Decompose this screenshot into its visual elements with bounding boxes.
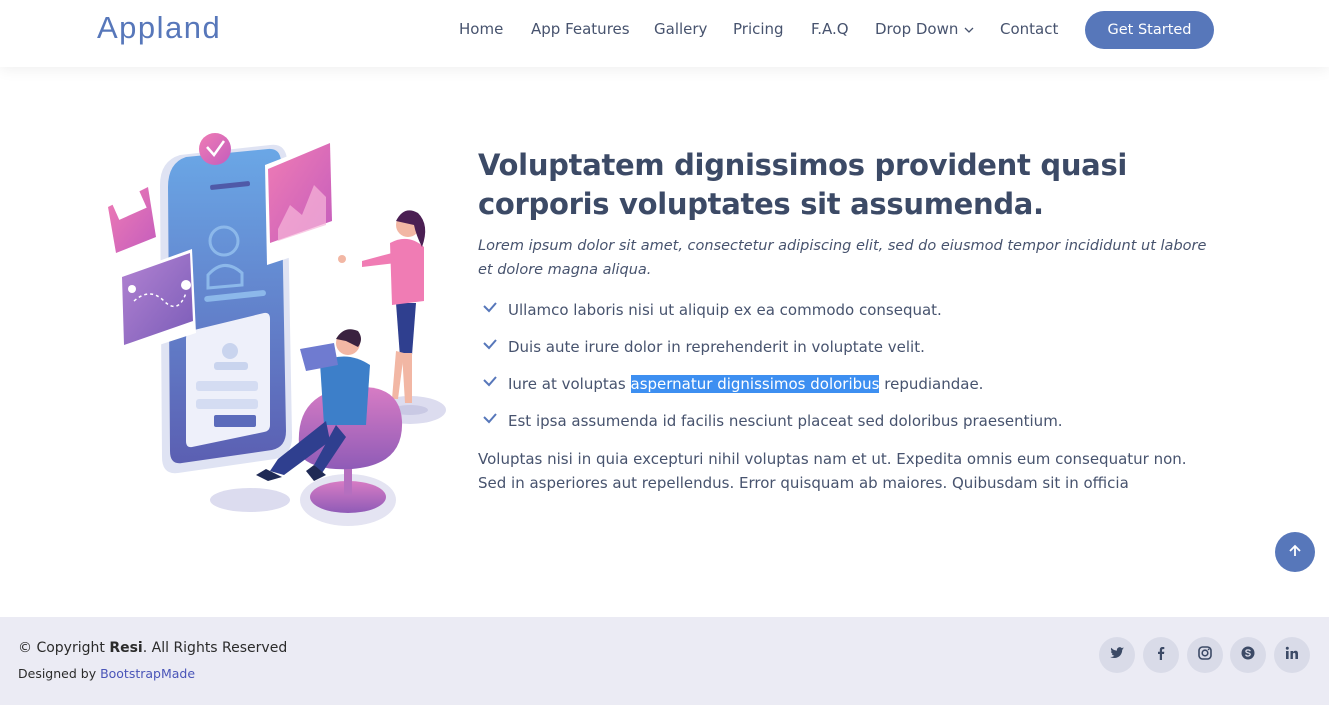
- copyright-prefix: © Copyright: [18, 640, 110, 656]
- copyright: © Copyright Resi. All Rights Reserved: [18, 640, 287, 656]
- selected-text: aspernatur dignissimos doloribus: [630, 375, 880, 393]
- instagram-icon: [1197, 645, 1213, 665]
- hero-illustration: [100, 125, 455, 535]
- nav-drop-down[interactable]: Drop Down: [875, 20, 974, 39]
- instagram-link[interactable]: [1187, 637, 1223, 673]
- list-item: Ullamco laboris nisi ut aliquip ex ea co…: [478, 299, 1218, 321]
- linkedin-link[interactable]: [1274, 637, 1310, 673]
- credits: Designed by BootstrapMade: [18, 666, 195, 681]
- chevron-down-icon: [964, 21, 974, 39]
- list-item: Iure at voluptas aspernatur dignissimos …: [478, 373, 1218, 395]
- skype-link[interactable]: [1230, 637, 1266, 673]
- feature-checklist: Ullamco laboris nisi ut aliquip ex ea co…: [478, 299, 1218, 432]
- nav-home[interactable]: Home: [459, 20, 503, 38]
- arrow-up-icon: [1288, 543, 1302, 562]
- facebook-link[interactable]: [1143, 637, 1179, 673]
- facebook-icon: [1153, 645, 1169, 665]
- nav-app-features[interactable]: App Features: [531, 20, 630, 38]
- check-icon: [482, 374, 498, 390]
- nav-drop-down-label: Drop Down: [875, 20, 959, 38]
- copyright-suffix: . All Rights Reserved: [142, 640, 288, 656]
- section-lead: Lorem ipsum dolor sit amet, consectetur …: [478, 238, 1207, 278]
- nav-contact[interactable]: Contact: [1000, 20, 1058, 38]
- twitter-icon: [1109, 645, 1125, 665]
- list-item-text: Ullamco laboris nisi ut aliquip ex ea co…: [508, 301, 942, 319]
- section-paragraph: Voluptas nisi in quia excepturi nihil vo…: [478, 450, 1187, 492]
- section-title: Voluptatem dignissimos provident quasi c…: [478, 146, 1218, 224]
- linkedin-icon: [1284, 645, 1300, 665]
- skype-icon: [1240, 645, 1256, 665]
- credits-prefix: Designed by: [18, 666, 101, 681]
- check-icon: [482, 300, 498, 316]
- site-header: Appland Home App Features Gallery Pricin…: [0, 0, 1329, 67]
- nav-gallery[interactable]: Gallery: [654, 20, 707, 38]
- logo[interactable]: Appland: [97, 10, 221, 46]
- section-title-line1: Voluptatem dignissimos provident quasi: [478, 148, 1128, 182]
- check-icon: [482, 411, 498, 427]
- nav-faq[interactable]: F.A.Q: [811, 20, 849, 38]
- section-title-line2: corporis voluptates sit assumenda.: [478, 187, 1044, 221]
- site-footer: © Copyright Resi. All Rights Reserved De…: [0, 617, 1329, 705]
- copyright-brand: Resi: [109, 640, 143, 656]
- check-icon: [482, 337, 498, 353]
- list-item: Duis aute irure dolor in reprehenderit i…: [478, 336, 1218, 358]
- credits-link[interactable]: BootstrapMade: [100, 666, 195, 681]
- back-to-top-button[interactable]: [1275, 532, 1315, 572]
- nav-pricing[interactable]: Pricing: [733, 20, 784, 38]
- list-item: Est ipsa assumenda id facilis nesciunt p…: [478, 410, 1218, 432]
- list-item-text: Est ipsa assumenda id facilis nesciunt p…: [508, 412, 1063, 430]
- list-item-text-before: Iure at voluptas: [508, 375, 631, 393]
- list-item-text-after: repudiandae.: [879, 375, 984, 393]
- twitter-link[interactable]: [1099, 637, 1135, 673]
- list-item-text: Duis aute irure dolor in reprehenderit i…: [508, 338, 925, 356]
- get-started-button[interactable]: Get Started: [1085, 11, 1214, 49]
- features-content: Voluptatem dignissimos provident quasi c…: [478, 146, 1218, 495]
